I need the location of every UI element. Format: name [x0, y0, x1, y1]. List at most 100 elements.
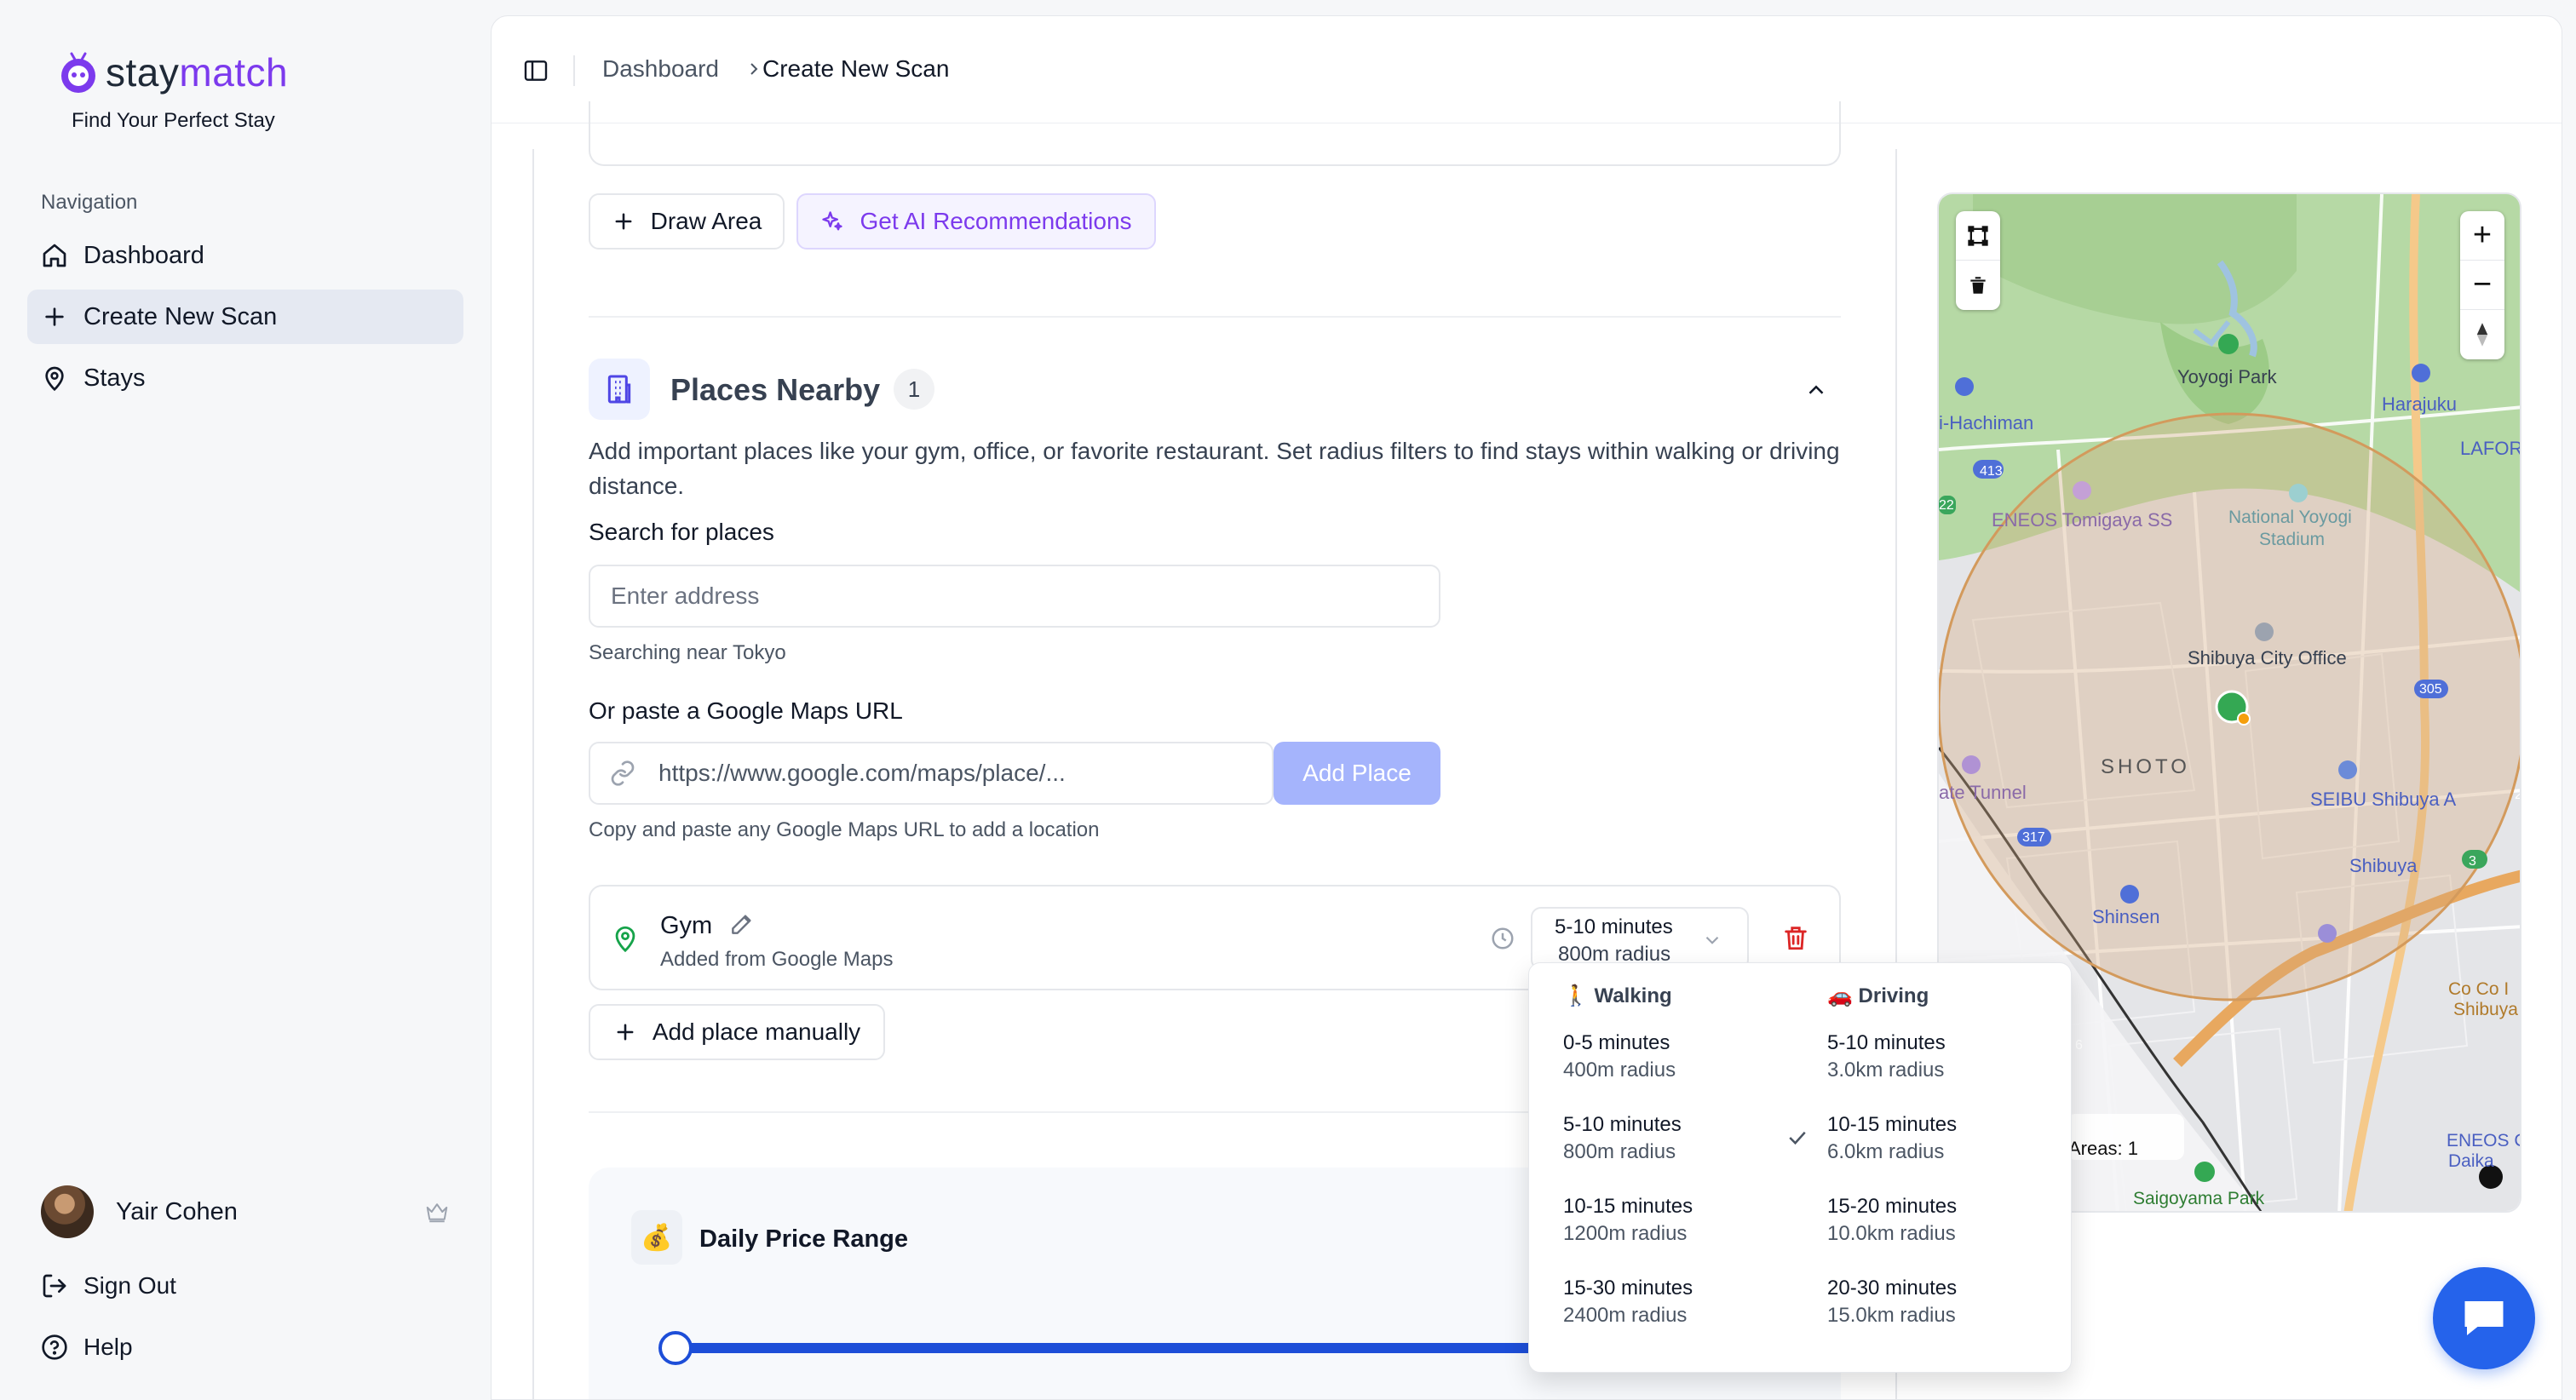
sidebar: staymatch Find Your Perfect Stay Navigat…	[0, 0, 491, 1400]
map-label-road-305: 305	[2419, 682, 2442, 697]
edit-pencil-icon[interactable]	[728, 910, 756, 938]
map-label-laforet: LAFORET	[2460, 438, 2521, 459]
ai-recommendations-button[interactable]: Get AI Recommendations	[796, 193, 1156, 250]
map-label-areas: Areas: 1	[2068, 1138, 2138, 1159]
sidebar-item-label: Stays	[83, 364, 146, 392]
brand-logo[interactable]: staymatch	[58, 49, 288, 95]
search-placeholder: Enter address	[611, 582, 760, 609]
map-label-eneos-daikan-line1: ENEOS Ca	[2447, 1131, 2521, 1150]
chat-bubble-icon	[2464, 1301, 2504, 1335]
option-radius: 1200m radius	[1563, 1222, 1688, 1245]
map-label-stadium-line1: National Yoyogi	[2228, 508, 2352, 527]
draw-polygon-button[interactable]	[1956, 211, 2000, 261]
radius-select[interactable]: 5-10 minutes 800m radius	[1531, 907, 1749, 970]
option-radius: 3.0km radius	[1827, 1059, 1945, 1082]
option-radius: 400m radius	[1563, 1059, 1676, 1082]
option-radius: 10.0km radius	[1827, 1222, 1956, 1245]
search-input[interactable]: Enter address	[589, 565, 1440, 628]
brand-name-part2: match	[179, 50, 289, 95]
sign-out-link[interactable]: Sign Out	[41, 1272, 176, 1300]
add-place-manually-button[interactable]: Add place manually	[589, 1004, 885, 1060]
map-label-road-3: 3	[2469, 854, 2476, 869]
walking-option-5-10[interactable]: 5-10 minutes 800m radius	[1563, 1105, 1810, 1176]
chevron-down-icon	[1705, 936, 1719, 944]
sign-out-label: Sign Out	[83, 1272, 176, 1299]
sidebar-item-dashboard[interactable]: Dashboard	[27, 228, 463, 283]
walking-option-15-30[interactable]: 15-30 minutes 2400m radius	[1563, 1268, 1810, 1340]
option-time: 5-10 minutes	[1827, 1031, 1946, 1054]
radius-select-time: 5-10 minutes	[1555, 915, 1673, 938]
compass-button[interactable]	[2460, 310, 2504, 359]
map-pin-icon	[615, 926, 635, 953]
help-icon	[42, 1334, 67, 1360]
price-title: Daily Price Range	[699, 1225, 908, 1253]
driving-option-20-30[interactable]: 20-30 minutes 15.0km radius	[1827, 1268, 2074, 1340]
money-bag-icon: 💰	[631, 1210, 682, 1265]
driving-option-15-20[interactable]: 15-20 minutes 10.0km radius	[1827, 1186, 2074, 1258]
sparkles-icon	[822, 211, 843, 231]
clock-icon	[1492, 927, 1514, 950]
driving-option-10-15[interactable]: 10-15 minutes 6.0km radius	[1827, 1105, 2074, 1176]
chevron-right-icon	[750, 63, 758, 75]
plus-icon	[45, 307, 64, 326]
delete-shape-button[interactable]	[1956, 261, 2000, 310]
radius-dropdown-menu: 🚶 Walking 🚗 Driving 0-5 minutes 400m rad…	[1528, 962, 2072, 1373]
add-place-button[interactable]: Add Place	[1274, 742, 1440, 805]
driving-option-5-10[interactable]: 5-10 minutes 3.0km radius	[1827, 1023, 2074, 1094]
walking-option-10-15[interactable]: 10-15 minutes 1200m radius	[1563, 1186, 1810, 1258]
places-description: Add important places like your gym, offi…	[589, 438, 1840, 499]
search-hint: Searching near Tokyo	[589, 641, 786, 664]
maps-url-input[interactable]: https://www.google.com/maps/place/...	[589, 742, 1274, 805]
sidebar-item-stays[interactable]: Stays	[27, 351, 463, 405]
user-profile[interactable]: Yair Cohen	[41, 1185, 450, 1238]
sidebar-item-label: Create New Scan	[83, 302, 278, 330]
map-label-coco-line1: Co Co I	[2448, 979, 2509, 999]
plus-icon	[615, 213, 632, 230]
map-label-road-2: 2	[2515, 788, 2521, 802]
map-label-road-413: 413	[1980, 464, 2003, 479]
map-label-eneos-tomigaya: ENEOS Tomigaya SS	[1992, 509, 2172, 531]
add-place-label: Add Place	[1302, 760, 1412, 786]
search-label: Search for places	[589, 519, 774, 545]
price-slider-min-handle[interactable]	[658, 1331, 693, 1365]
map-label-stadium-line2: Stadium	[2259, 530, 2325, 549]
help-link[interactable]: Help	[41, 1334, 133, 1361]
places-title: Places Nearby	[670, 372, 881, 407]
sidebar-item-create-new-scan[interactable]: Create New Scan	[27, 290, 463, 344]
link-icon	[611, 760, 635, 786]
trash-icon[interactable]	[1781, 922, 1810, 953]
walking-option-0-5[interactable]: 0-5 minutes 400m radius	[1563, 1023, 1810, 1094]
place-source: Added from Google Maps	[660, 948, 894, 971]
walking-header: 🚶 Walking	[1563, 984, 1672, 1007]
brand-name-part1: stay	[106, 50, 180, 95]
previous-section-card	[589, 101, 1841, 166]
building-icon	[589, 359, 650, 420]
chevron-up-icon[interactable]	[1803, 377, 1829, 403]
map-label-yoyogi-park: Yoyogi Park	[2177, 366, 2278, 387]
maps-url-placeholder: https://www.google.com/maps/place/...	[658, 760, 1066, 786]
divider	[573, 55, 575, 86]
map-label-seibu: SEIBU Shibuya A	[2310, 789, 2457, 810]
check-icon	[1789, 1131, 1806, 1145]
map-label-shoto: SHOTO	[2101, 755, 2190, 778]
option-time: 5-10 minutes	[1563, 1113, 1682, 1136]
option-radius: 2400m radius	[1563, 1304, 1688, 1327]
url-hint: Copy and paste any Google Maps URL to ad…	[589, 818, 1100, 841]
home-icon	[43, 244, 66, 267]
sidebar-toggle-icon[interactable]	[522, 57, 549, 84]
map-label-shinsen: Shinsen	[2092, 906, 2160, 927]
breadcrumb-dashboard[interactable]: Dashboard	[602, 55, 719, 83]
map-label-road-6: 6	[2075, 1038, 2083, 1053]
draw-area-button[interactable]: Draw Area	[589, 193, 785, 250]
option-radius: 15.0km radius	[1827, 1304, 1956, 1327]
zoom-in-button[interactable]: +	[2460, 211, 2504, 261]
map-label-road-22: 22	[1939, 498, 1954, 513]
map-label-shibuya-city-office: Shibuya City Office	[2188, 647, 2347, 668]
chat-launcher-button[interactable]	[2433, 1267, 2535, 1369]
zoom-out-button[interactable]: −	[2460, 261, 2504, 310]
ai-recommendations-label: Get AI Recommendations	[860, 208, 1132, 234]
draw-area-label: Draw Area	[650, 208, 762, 234]
map-pin-icon	[45, 366, 64, 392]
sidebar-item-label: Dashboard	[83, 241, 204, 269]
plus-icon	[617, 1024, 634, 1041]
